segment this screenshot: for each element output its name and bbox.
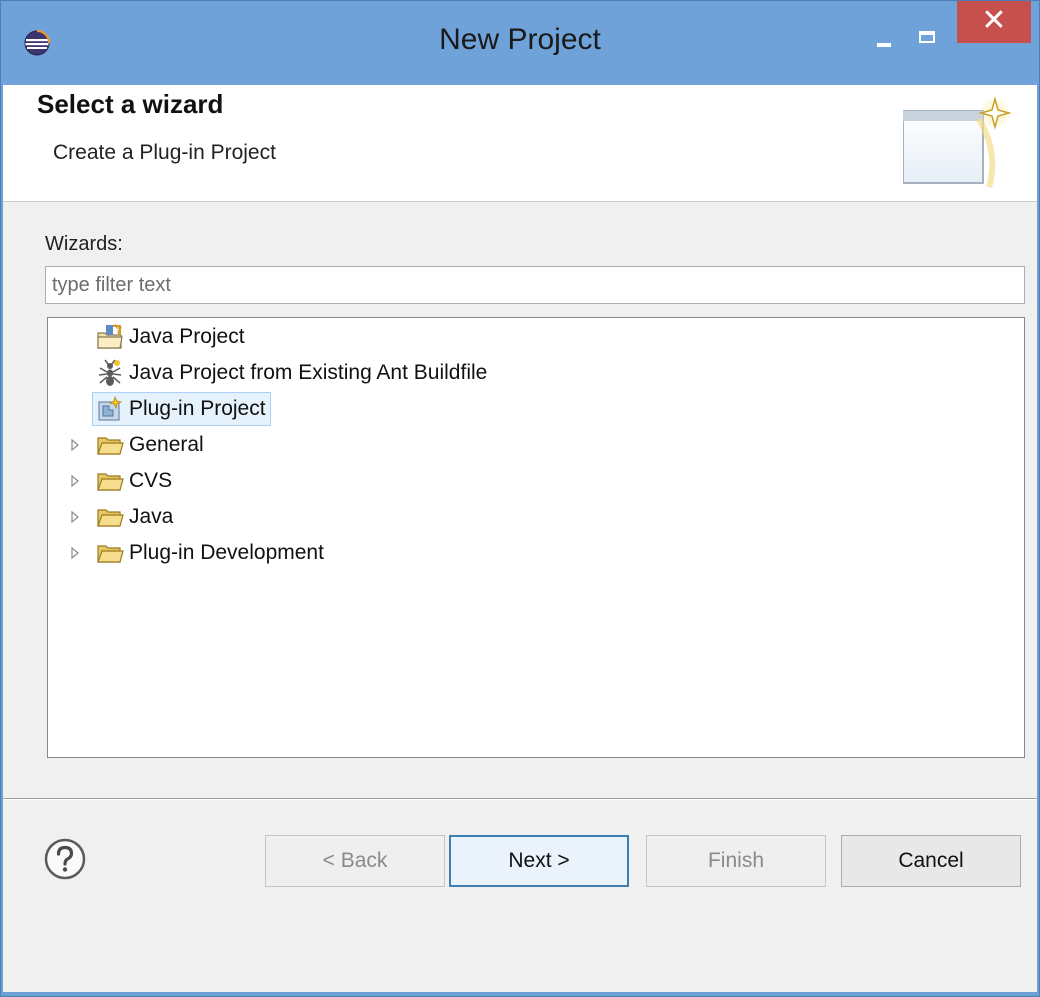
wizards-label: Wizards:	[45, 233, 123, 255]
tree-item-label: Plug-in Development	[129, 541, 324, 564]
expand-arrow-icon[interactable]	[68, 474, 82, 488]
title-bar[interactable]: New Project ✕	[1, 1, 1039, 85]
tree-item-java[interactable]: Java	[68, 500, 178, 534]
folder-icon	[97, 473, 124, 491]
page-description: Create a Plug-in Project	[53, 141, 276, 164]
tree-item-label: CVS	[129, 469, 173, 492]
java-project-icon	[97, 323, 123, 349]
footer-separator	[3, 798, 1037, 800]
ant-icon	[98, 359, 122, 386]
tree-item-plugin-development[interactable]: Plug-in Development	[68, 536, 329, 570]
tree-item-plugin-project[interactable]: Plug-in Project	[92, 392, 271, 426]
dialog-client-area: Select a wizard Create a Plug-in Project	[3, 85, 1037, 992]
back-button[interactable]: < Back	[265, 835, 445, 887]
expand-arrow-icon[interactable]	[68, 546, 82, 560]
wizard-header: Select a wizard Create a Plug-in Project	[3, 85, 1037, 202]
tree-item-label: Java Project	[129, 325, 245, 348]
close-icon: ✕	[981, 4, 1007, 37]
cancel-button[interactable]: Cancel	[841, 835, 1021, 887]
new-project-window: New Project ✕ Select a wizard Create a P…	[0, 0, 1040, 997]
wizard-filter-input[interactable]	[45, 266, 1025, 304]
plugin-project-icon	[98, 395, 123, 421]
tree-item-ant-buildfile-project[interactable]: Java Project from Existing Ant Buildfile	[92, 356, 492, 390]
next-button[interactable]: Next >	[449, 835, 629, 887]
expand-arrow-icon[interactable]	[68, 510, 82, 524]
folder-icon	[97, 509, 124, 527]
finish-button[interactable]: Finish	[646, 835, 826, 887]
tree-item-label: Java	[129, 505, 174, 528]
minimize-button[interactable]	[863, 23, 903, 57]
expand-arrow-icon[interactable]	[68, 438, 82, 452]
new-wizard-banner-icon	[903, 96, 1012, 188]
help-icon[interactable]	[43, 837, 87, 881]
tree-item-label: Java Project from Existing Ant Buildfile	[129, 361, 488, 384]
tree-item-label: Plug-in Project	[129, 397, 266, 420]
wizard-tree[interactable]: Java Project Java Project from Existing …	[47, 317, 1025, 758]
close-button[interactable]: ✕	[957, 1, 1031, 43]
tree-item-java-project[interactable]: Java Project	[92, 320, 250, 354]
tree-item-cvs[interactable]: CVS	[68, 464, 177, 498]
tree-item-general[interactable]: General	[68, 428, 209, 462]
page-title: Select a wizard	[37, 89, 224, 119]
folder-icon	[97, 545, 124, 563]
maximize-button[interactable]	[907, 23, 951, 57]
tree-item-label: General	[129, 433, 204, 456]
folder-icon	[97, 437, 124, 455]
